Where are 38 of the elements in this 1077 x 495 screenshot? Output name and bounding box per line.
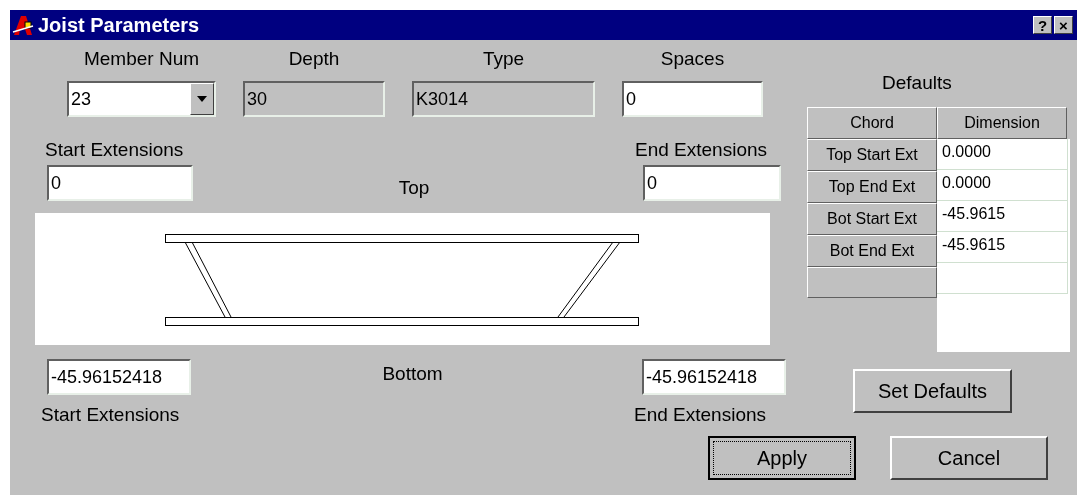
dropdown-field[interactable]: 23 [67,81,216,117]
row-header: Bot End Ext [807,235,937,267]
cancel-button[interactable]: Cancel [890,436,1048,480]
title-bar-button[interactable]: ? [1033,16,1052,34]
window-title: Joist Parameters [38,13,201,37]
field-label: End Extensions [634,404,768,426]
column-header: Chord [807,107,937,139]
title-bar-button[interactable]: × [1054,16,1073,34]
row-header: Top End Ext [807,171,937,203]
field-label: Start Extensions [41,404,181,426]
input-field[interactable]: 0 [47,165,193,201]
field-label: Depth [288,48,340,70]
table-cell: 0.0000 [937,170,1068,201]
input-field: K3014 [412,81,595,117]
row-header: Top Start Ext [807,139,937,171]
input-field[interactable]: 0 [622,81,763,117]
table-cell: 0.0000 [937,139,1068,170]
table-cell: -45.9615 [937,201,1068,232]
field-label: End Extensions [635,139,769,161]
field-label: Member Num [83,48,200,70]
field-label: Type [482,48,525,70]
field-label: Start Extensions [45,139,185,161]
table-cell: -45.9615 [937,232,1068,263]
dropdown-button[interactable] [190,83,214,115]
section-title: Defaults [882,72,952,94]
column-header: Dimension [937,107,1067,139]
chord-label: Bottom [382,363,443,385]
set-defaults-button[interactable]: Set Defaults [853,369,1012,413]
input-field[interactable]: 0 [643,165,781,201]
app-icon [12,14,34,36]
input-field[interactable]: -45.96152418 [642,359,786,395]
row-header: Bot Start Ext [807,203,937,235]
apply-button[interactable]: Apply [708,436,856,480]
field-label: Spaces [660,48,725,70]
input-field: 30 [243,81,385,117]
caret-icon [197,96,207,102]
input-field[interactable]: -45.96152418 [47,359,191,395]
chord-label: Top [398,177,430,199]
